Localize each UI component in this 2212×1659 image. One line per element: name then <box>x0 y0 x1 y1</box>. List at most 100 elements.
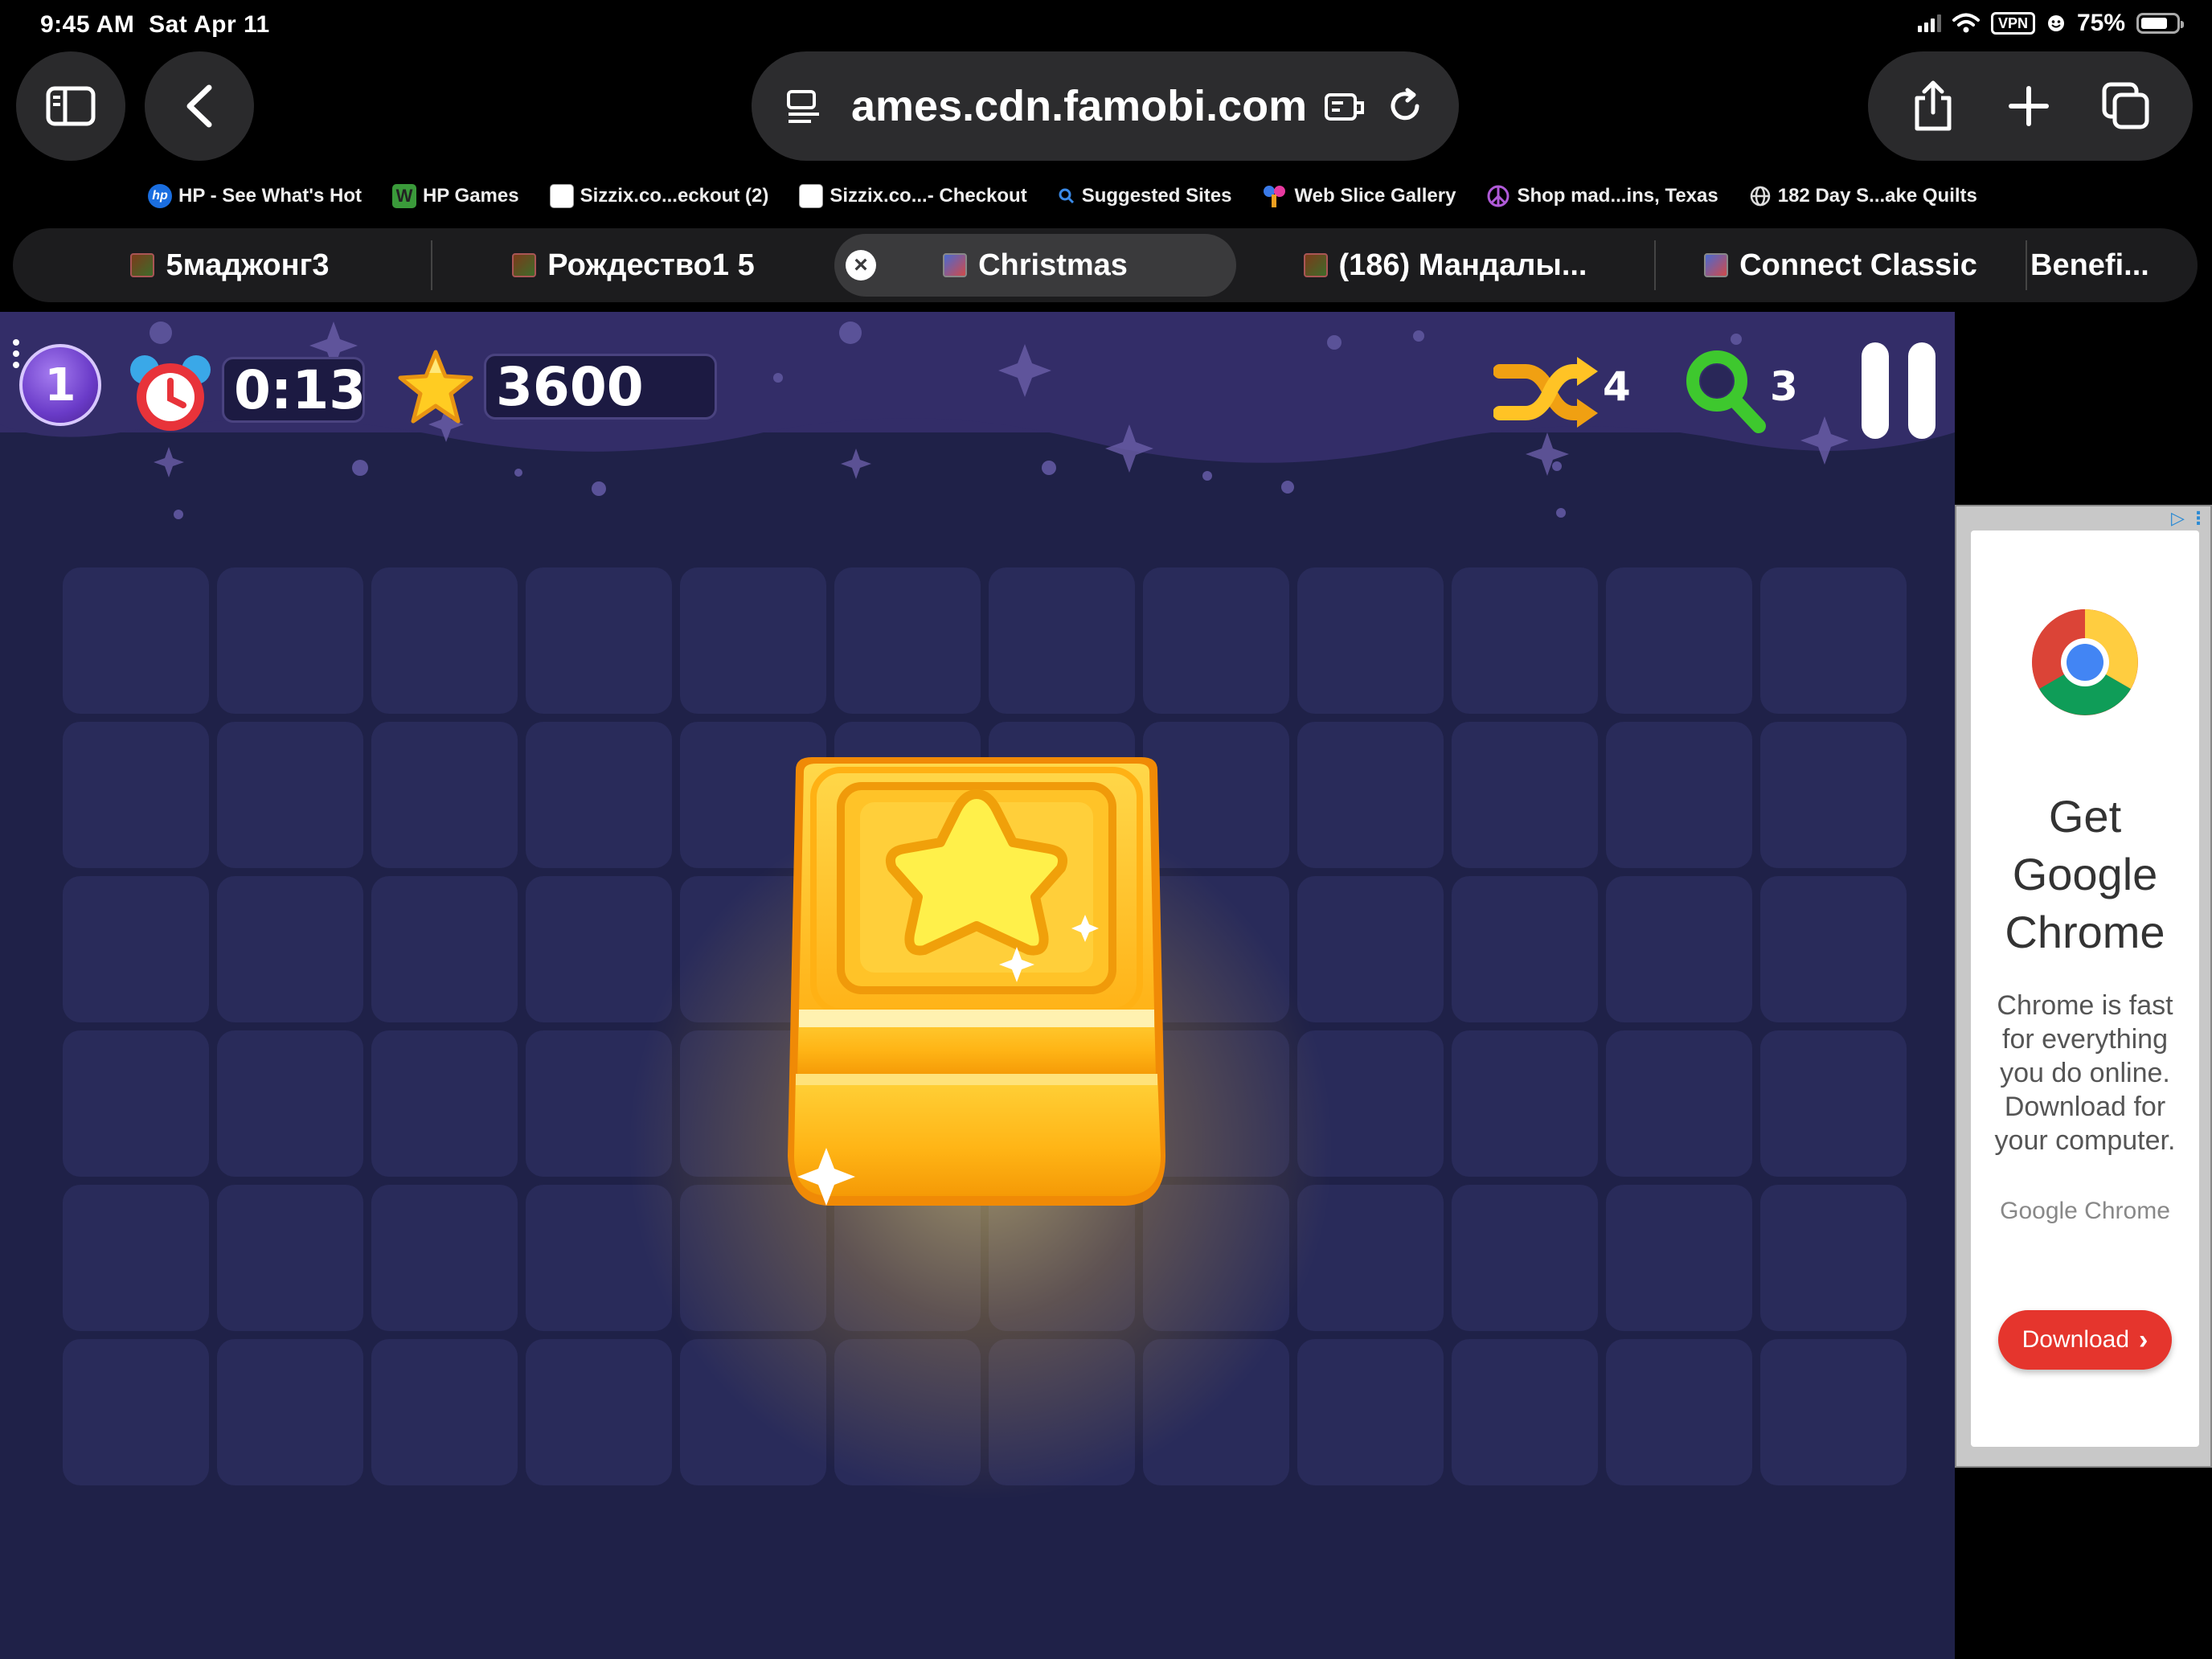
board-cell[interactable] <box>1760 567 1907 714</box>
tab-label: 5маджонг3 <box>166 248 330 282</box>
alarm-clock-icon <box>130 355 211 431</box>
chevron-right-icon: › <box>2139 1324 2149 1355</box>
board-cell[interactable] <box>1452 1339 1598 1485</box>
url-text[interactable]: ames.cdn.famobi.com <box>851 81 1324 131</box>
game-area[interactable]: 1 0:13 3600 4 3 <box>0 312 1955 1659</box>
favorite-sizzix-2[interactable]: Sizzix.co...- Checkout <box>799 184 1027 208</box>
board-cell[interactable] <box>371 876 518 1022</box>
timer-value: 0:13 <box>234 358 367 421</box>
board-cell[interactable] <box>63 1339 209 1485</box>
favorite-label: Suggested Sites <box>1081 185 1232 207</box>
battery-icon <box>2136 13 2184 34</box>
board-cell[interactable] <box>1606 1339 1752 1485</box>
timer-display: 0:13 <box>222 357 367 423</box>
hint-magnifier-icon[interactable] <box>1683 347 1770 437</box>
board-cell[interactable] <box>1606 1185 1752 1331</box>
pause-button[interactable] <box>1858 342 1939 439</box>
board-cell[interactable] <box>371 1030 518 1177</box>
board-cell[interactable] <box>1143 567 1289 714</box>
game-menu-dots-icon[interactable] <box>13 339 19 368</box>
ad-description: Chrome is fast for everything you do onl… <box>1994 990 2176 1156</box>
tab-label: Рождество1 5 <box>547 248 755 282</box>
reader-icon[interactable] <box>1324 88 1366 124</box>
board-cell[interactable] <box>63 1030 209 1177</box>
share-icon[interactable] <box>1911 80 1956 132</box>
board-cell[interactable] <box>1606 567 1752 714</box>
favorite-hp[interactable]: hp HP - See What's Hot <box>148 184 362 208</box>
star-tile[interactable] <box>772 754 1182 1220</box>
favorite-label: Web Slice Gallery <box>1294 185 1456 207</box>
back-button[interactable] <box>145 51 254 161</box>
board-cell[interactable] <box>217 567 363 714</box>
score-star-icon <box>398 350 473 424</box>
board-cell[interactable] <box>1606 876 1752 1022</box>
page-menu-icon[interactable] <box>787 88 822 124</box>
board-cell[interactable] <box>1452 1030 1598 1177</box>
board-cell[interactable] <box>63 567 209 714</box>
favorite-sizzix-1[interactable]: Sizzix.co...eckout (2) <box>549 184 768 208</box>
shuffle-icon[interactable] <box>1493 354 1601 431</box>
sizzix-icon <box>799 184 824 208</box>
ad-card[interactable]: Get Google Chrome Chrome is fast for eve… <box>1971 530 2199 1447</box>
tabs-icon[interactable] <box>2102 82 2150 130</box>
ad-download-button[interactable]: Download › <box>1998 1310 2172 1370</box>
board-cell[interactable] <box>526 567 672 714</box>
reload-icon[interactable] <box>1387 88 1423 125</box>
board-cell[interactable] <box>217 1339 363 1485</box>
board-cell[interactable] <box>1760 1030 1907 1177</box>
status-bar: 9:45 AM Sat Apr 11 VPN 75% <box>0 0 2212 50</box>
board-cell[interactable] <box>1760 876 1907 1022</box>
favorite-label: Sizzix.co...- Checkout <box>830 185 1027 207</box>
board-cell[interactable] <box>1760 1185 1907 1331</box>
tab-connect-classic[interactable]: Connect Classic <box>1656 234 2026 297</box>
favorite-label: HP - See What's Hot <box>178 185 362 207</box>
plus-icon[interactable] <box>2008 85 2050 127</box>
favorite-quilts[interactable]: 182 Day S...ake Quilts <box>1749 185 1977 207</box>
board-cell[interactable] <box>680 567 826 714</box>
board-cell[interactable] <box>1760 722 1907 868</box>
board-cell[interactable] <box>63 1185 209 1331</box>
board-cell[interactable] <box>63 876 209 1022</box>
favorite-hp-games[interactable]: W HP Games <box>391 184 519 208</box>
board-cell[interactable] <box>834 567 981 714</box>
board-cell[interactable] <box>1760 1339 1907 1485</box>
sidebar-button[interactable] <box>16 51 125 161</box>
board-cell[interactable] <box>1297 722 1444 868</box>
board-cell[interactable] <box>217 1185 363 1331</box>
tab-rozhdestvo[interactable]: Рождество1 5 <box>432 234 834 297</box>
board-cell[interactable] <box>217 722 363 868</box>
tab-mahjong[interactable]: 5маджонг3 <box>29 234 431 297</box>
board-cell[interactable] <box>1452 1185 1598 1331</box>
board-cell[interactable] <box>371 1339 518 1485</box>
favorite-web-slice-gallery[interactable]: Web Slice Gallery <box>1262 183 1456 209</box>
cellular-signal-icon <box>1917 14 1941 32</box>
url-bar[interactable]: ames.cdn.famobi.com <box>752 51 1459 161</box>
tab-label: Benefi... <box>2030 248 2149 282</box>
tab-mandaly[interactable]: (186) Мандалы... <box>1236 234 1654 297</box>
tab-close-icon[interactable]: × <box>846 250 876 281</box>
tab-benefi[interactable]: Benefi... <box>2027 234 2172 297</box>
board-cell[interactable] <box>371 1185 518 1331</box>
board-cell[interactable] <box>526 722 672 868</box>
status-time: 9:45 AM Sat Apr 11 <box>40 11 270 38</box>
board-cell[interactable] <box>1297 567 1444 714</box>
board-cell[interactable] <box>1452 722 1598 868</box>
ad-title: Get Google Chrome <box>2005 791 2165 957</box>
sidebar-icon <box>46 86 96 126</box>
favorite-shop[interactable]: Shop mad...ins, Texas <box>1486 184 1718 208</box>
board-cell[interactable] <box>989 567 1135 714</box>
board-cell[interactable] <box>217 1030 363 1177</box>
tab-favicon <box>130 253 155 277</box>
board-cell[interactable] <box>1452 876 1598 1022</box>
board-cell[interactable] <box>371 567 518 714</box>
board-cell[interactable] <box>63 722 209 868</box>
favorite-suggested-sites[interactable]: Suggested Sites <box>1058 185 1232 207</box>
tab-christmas[interactable]: × Christmas <box>834 234 1236 297</box>
board-cell[interactable] <box>371 722 518 868</box>
vpn-badge: VPN <box>1990 12 2035 35</box>
board-cell[interactable] <box>217 876 363 1022</box>
ad-choices-icon[interactable]: ▷ ⋮ <box>2171 508 2207 529</box>
board-cell[interactable] <box>1606 1030 1752 1177</box>
board-cell[interactable] <box>1606 722 1752 868</box>
board-cell[interactable] <box>1452 567 1598 714</box>
